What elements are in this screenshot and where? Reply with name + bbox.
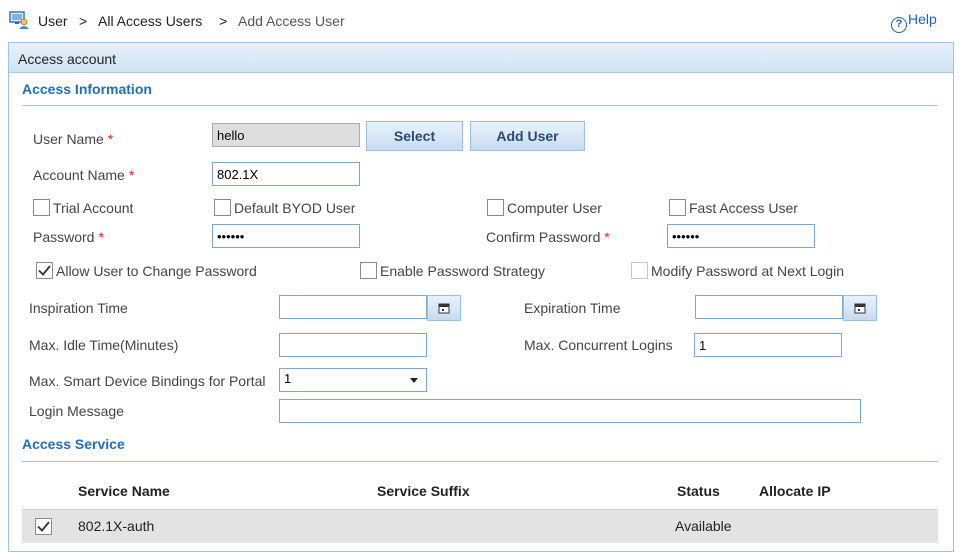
user-name-field[interactable] bbox=[212, 123, 360, 147]
inspiration-time-field[interactable] bbox=[279, 295, 427, 319]
allow-change-password-checkbox[interactable]: Allow User to Change Password bbox=[36, 262, 257, 279]
modify-password-next-login-label: Modify Password at Next Login bbox=[651, 262, 844, 279]
required-mark: * bbox=[98, 229, 104, 245]
select-value: 1 bbox=[284, 371, 292, 386]
computer-user-label: Computer User bbox=[507, 199, 602, 216]
login-message-field[interactable] bbox=[279, 399, 861, 423]
trial-account-label: Trial Account bbox=[53, 199, 134, 216]
checkbox-box[interactable] bbox=[33, 199, 50, 216]
calendar-icon bbox=[438, 303, 450, 314]
max-idle-time-field[interactable] bbox=[279, 333, 427, 357]
checkbox-box-disabled bbox=[631, 262, 648, 279]
required-mark: * bbox=[604, 229, 610, 245]
max-smart-device-bindings-label: Max. Smart Device Bindings for Portal bbox=[29, 373, 266, 389]
chevron-down-icon bbox=[410, 378, 418, 383]
checkbox-box[interactable] bbox=[669, 199, 686, 216]
default-byod-user-checkbox[interactable]: Default BYOD User bbox=[214, 199, 355, 216]
breadcrumb-add-access-user: Add Access User bbox=[238, 13, 345, 29]
user-name-label: User Name * bbox=[33, 131, 114, 147]
max-smart-device-bindings-select[interactable]: 1 bbox=[279, 368, 427, 392]
password-label: Password * bbox=[33, 229, 104, 245]
section-divider bbox=[22, 105, 938, 106]
max-concurrent-logins-field[interactable] bbox=[694, 333, 842, 357]
expiration-time-label: Expiration Time bbox=[524, 300, 621, 316]
max-concurrent-logins-label: Max. Concurrent Logins bbox=[524, 337, 673, 353]
panel-header bbox=[9, 43, 953, 73]
enable-password-strategy-label: Enable Password Strategy bbox=[380, 262, 545, 279]
default-byod-user-label: Default BYOD User bbox=[234, 199, 356, 216]
inspiration-calendar-button[interactable] bbox=[427, 295, 461, 321]
table-row[interactable] bbox=[22, 509, 938, 543]
help-label: Help bbox=[908, 11, 937, 27]
fast-access-user-checkbox[interactable]: Fast Access User bbox=[669, 199, 798, 216]
checkmark-icon bbox=[38, 265, 51, 276]
column-header-allocate-ip[interactable]: Allocate IP bbox=[759, 483, 831, 499]
column-header-service-name[interactable]: Service Name bbox=[78, 483, 170, 499]
service-name-cell: 802.1X-auth bbox=[78, 518, 155, 534]
password-field[interactable] bbox=[212, 224, 360, 248]
required-mark: * bbox=[128, 167, 135, 183]
confirm-password-field[interactable] bbox=[667, 224, 815, 248]
login-message-label: Login Message bbox=[29, 403, 124, 419]
column-header-service-suffix[interactable]: Service Suffix bbox=[377, 483, 470, 499]
checkbox-box[interactable] bbox=[487, 199, 504, 216]
account-name-label: Account Name * bbox=[33, 167, 135, 183]
computer-user-checkbox[interactable]: Computer User bbox=[487, 199, 602, 216]
access-service-title: Access Service bbox=[22, 436, 125, 452]
checkbox-box[interactable] bbox=[360, 262, 377, 279]
breadcrumb-separator: > bbox=[79, 13, 88, 29]
row-checkbox-checked[interactable] bbox=[35, 518, 52, 535]
account-name-field[interactable] bbox=[212, 162, 360, 186]
status-cell: Available bbox=[675, 518, 732, 534]
allow-change-password-label: Allow User to Change Password bbox=[56, 262, 257, 279]
modify-password-next-login-checkbox: Modify Password at Next Login bbox=[631, 262, 844, 279]
column-header-status[interactable]: Status bbox=[677, 483, 720, 499]
checkbox-box[interactable] bbox=[214, 199, 231, 216]
access-information-title: Access Information bbox=[22, 81, 152, 97]
breadcrumb-user[interactable]: User bbox=[38, 13, 68, 29]
breadcrumb-all-access-users[interactable]: All Access Users bbox=[98, 13, 202, 29]
user-management-icon bbox=[9, 11, 29, 29]
section-divider bbox=[22, 461, 938, 462]
expiration-time-field[interactable] bbox=[695, 295, 843, 319]
checkmark-icon bbox=[37, 521, 50, 532]
checkbox-checked[interactable] bbox=[36, 262, 53, 279]
help-icon: ? bbox=[891, 17, 907, 33]
panel-title: Access account bbox=[18, 51, 117, 67]
select-button[interactable]: Select bbox=[366, 121, 463, 151]
enable-password-strategy-checkbox[interactable]: Enable Password Strategy bbox=[360, 262, 545, 279]
required-mark: * bbox=[107, 131, 114, 147]
confirm-password-label: Confirm Password * bbox=[486, 229, 610, 245]
trial-account-checkbox[interactable]: Trial Account bbox=[33, 199, 133, 216]
calendar-icon bbox=[854, 303, 866, 314]
breadcrumb-separator: > bbox=[219, 13, 228, 29]
add-user-button[interactable]: Add User bbox=[470, 121, 585, 151]
help-link[interactable]: ? Help bbox=[891, 11, 937, 33]
inspiration-time-label: Inspiration Time bbox=[29, 300, 128, 316]
expiration-calendar-button[interactable] bbox=[843, 295, 877, 321]
fast-access-user-label: Fast Access User bbox=[689, 199, 798, 216]
max-idle-time-label: Max. Idle Time(Minutes) bbox=[29, 337, 179, 353]
